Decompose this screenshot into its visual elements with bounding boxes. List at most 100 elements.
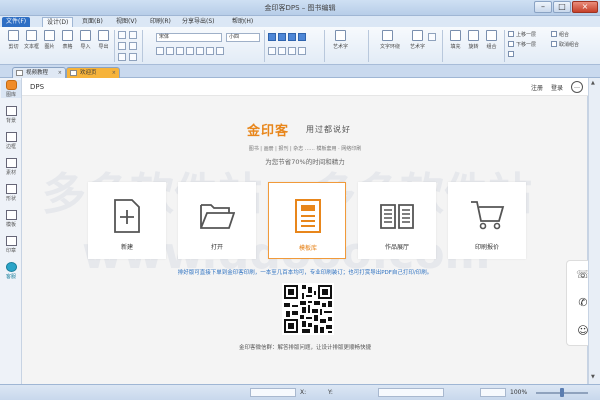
text-direction-tool[interactable]: 艺术字 [333, 30, 348, 50]
ribbon-separator [264, 30, 265, 62]
customer-service-icon [5, 262, 17, 272]
sidebar-item-gallery[interactable]: 图库 [1, 80, 21, 98]
art-text-tool[interactable]: 艺术字 [410, 30, 425, 50]
align-right-icon[interactable] [288, 33, 296, 41]
italic-icon[interactable] [166, 47, 174, 55]
group-button[interactable]: 组合 [551, 31, 569, 38]
group-tool[interactable]: 组合 [484, 30, 499, 50]
menu-share[interactable]: 分享导出(S) [178, 17, 219, 27]
sidebar-item-shape[interactable]: 形状 [1, 184, 21, 202]
fill-tool[interactable]: 填充 [448, 30, 463, 50]
card-new[interactable]: 新建 [88, 182, 166, 259]
scroll-down-icon[interactable]: ▼ [591, 374, 595, 380]
menu-view[interactable]: 视图(V) [112, 17, 141, 27]
strikethrough-icon[interactable] [186, 47, 194, 55]
cut-tool[interactable]: 剪切 [6, 30, 21, 50]
window-title: 金印客DPS – 图书编辑 [264, 4, 336, 12]
font-color-icon[interactable] [206, 47, 214, 55]
ribbon-separator [114, 30, 115, 62]
font-name-select[interactable]: 宋体 [156, 33, 222, 42]
sidebar-item-background[interactable]: 背景 [1, 106, 21, 124]
cut-icon [8, 30, 19, 41]
status-bar: X: Y: 100% [0, 384, 600, 400]
sidebar-item-service[interactable]: 客服 [1, 262, 21, 280]
font-size-select[interactable]: 小四 [226, 33, 260, 42]
align-left-icon[interactable] [268, 33, 276, 41]
book-icon [380, 204, 414, 229]
card-template-library[interactable]: 模板库 [268, 182, 346, 259]
paste-icon[interactable] [129, 42, 137, 50]
minimize-button[interactable]: – [534, 1, 552, 13]
group-small-icon [551, 31, 557, 37]
card-print-quote[interactable]: 印刷报价 [448, 182, 526, 259]
register-link[interactable]: 注册 [531, 83, 543, 92]
cart-icon [471, 201, 505, 230]
menu-print[interactable]: 印刷(R) [146, 17, 175, 27]
justify-icon[interactable] [298, 33, 306, 41]
send-backward-button[interactable]: 下移一层 [508, 41, 536, 48]
tab-video-tutorial[interactable]: 视频教程 × [12, 67, 66, 78]
align-center-icon[interactable] [278, 33, 286, 41]
superscript-icon[interactable] [196, 47, 204, 55]
line-spacing-icon[interactable] [268, 47, 276, 55]
undo-icon[interactable] [118, 31, 126, 39]
menu-help[interactable]: 帮助(H) [228, 17, 257, 27]
redo-icon[interactable] [129, 31, 137, 39]
align-objects-button[interactable] [508, 51, 516, 58]
rotate-icon[interactable] [428, 33, 436, 41]
chat-bubble-icon[interactable]: … [571, 81, 583, 93]
sidebar-item-material[interactable]: 素材 [1, 158, 21, 176]
textbox-tool[interactable]: 文本框 [24, 30, 39, 50]
zoom-slider-thumb[interactable] [560, 388, 564, 397]
menu-design[interactable]: 设计(D) [42, 17, 74, 27]
bullet-list-icon[interactable] [298, 47, 306, 55]
highlight-icon[interactable] [216, 47, 224, 55]
text-wrap-tool[interactable]: 文字环绕 [380, 30, 400, 50]
sidebar-item-border[interactable]: 边框 [1, 132, 21, 150]
card-open[interactable]: 打开 [178, 182, 256, 259]
brand-slogan: 用过都说好 [306, 125, 351, 134]
ribbon-separator [324, 30, 325, 62]
image-tool[interactable]: 图片 [42, 30, 57, 50]
maximize-button[interactable]: □ [553, 1, 571, 13]
menu-file[interactable]: 文件(F) [2, 17, 31, 27]
outdent-icon[interactable] [288, 47, 296, 55]
import-tool[interactable]: 导入 [78, 30, 93, 50]
scroll-up-icon[interactable]: ▲ [591, 80, 595, 86]
card-gallery[interactable]: 作品展厅 [358, 182, 436, 259]
material-icon [5, 158, 17, 168]
import-icon [80, 30, 91, 41]
print-hint-link[interactable]: 排好版可直接下单到金印客印刷，一本至几百本均可，专业印刷装订；也可打赏导出PDF… [22, 268, 588, 276]
indent-icon[interactable] [278, 47, 286, 55]
border-tool[interactable]: 旋转 [466, 30, 481, 50]
export-icon [98, 30, 109, 41]
close-window-button[interactable]: × [572, 1, 598, 13]
export-tool[interactable]: 导出 [96, 30, 111, 50]
copy-icon[interactable] [118, 42, 126, 50]
bring-forward-button[interactable]: 上移一层 [508, 31, 536, 38]
qr-caption: 金印客微信群：解答排版问题，让设计排版更顺畅快捷 [238, 345, 371, 351]
template-sidebar-icon [5, 210, 17, 220]
delete-icon[interactable] [129, 53, 137, 61]
menu-page[interactable]: 页面(B) [78, 17, 107, 27]
bold-icon[interactable] [156, 47, 164, 55]
send-backward-icon [508, 41, 514, 47]
sidebar-item-stamp[interactable]: 印章 [1, 236, 21, 254]
format-brush-icon[interactable] [118, 53, 126, 61]
tab-welcome[interactable]: 欢迎页 × [66, 67, 120, 78]
vertical-scrollbar[interactable]: ▲ ▼ [588, 78, 600, 384]
ungroup-button[interactable]: 取消组合 [551, 41, 579, 48]
video-icon [16, 70, 23, 76]
card-gallery-label: 作品展厅 [384, 244, 409, 251]
x-coordinate-label: X: [300, 389, 307, 396]
view-mode-toggle[interactable] [480, 388, 506, 397]
tab-close-icon[interactable]: × [112, 68, 116, 78]
tab-close-icon[interactable]: × [58, 68, 62, 78]
page-scroll-field[interactable] [378, 388, 444, 397]
table-tool[interactable]: 表格 [60, 30, 75, 50]
underline-icon[interactable] [176, 47, 184, 55]
textbox-icon [26, 30, 37, 41]
sidebar-item-template[interactable]: 模板 [1, 210, 21, 228]
login-link[interactable]: 登录 [551, 83, 563, 92]
zoom-level: 100% [510, 389, 528, 396]
